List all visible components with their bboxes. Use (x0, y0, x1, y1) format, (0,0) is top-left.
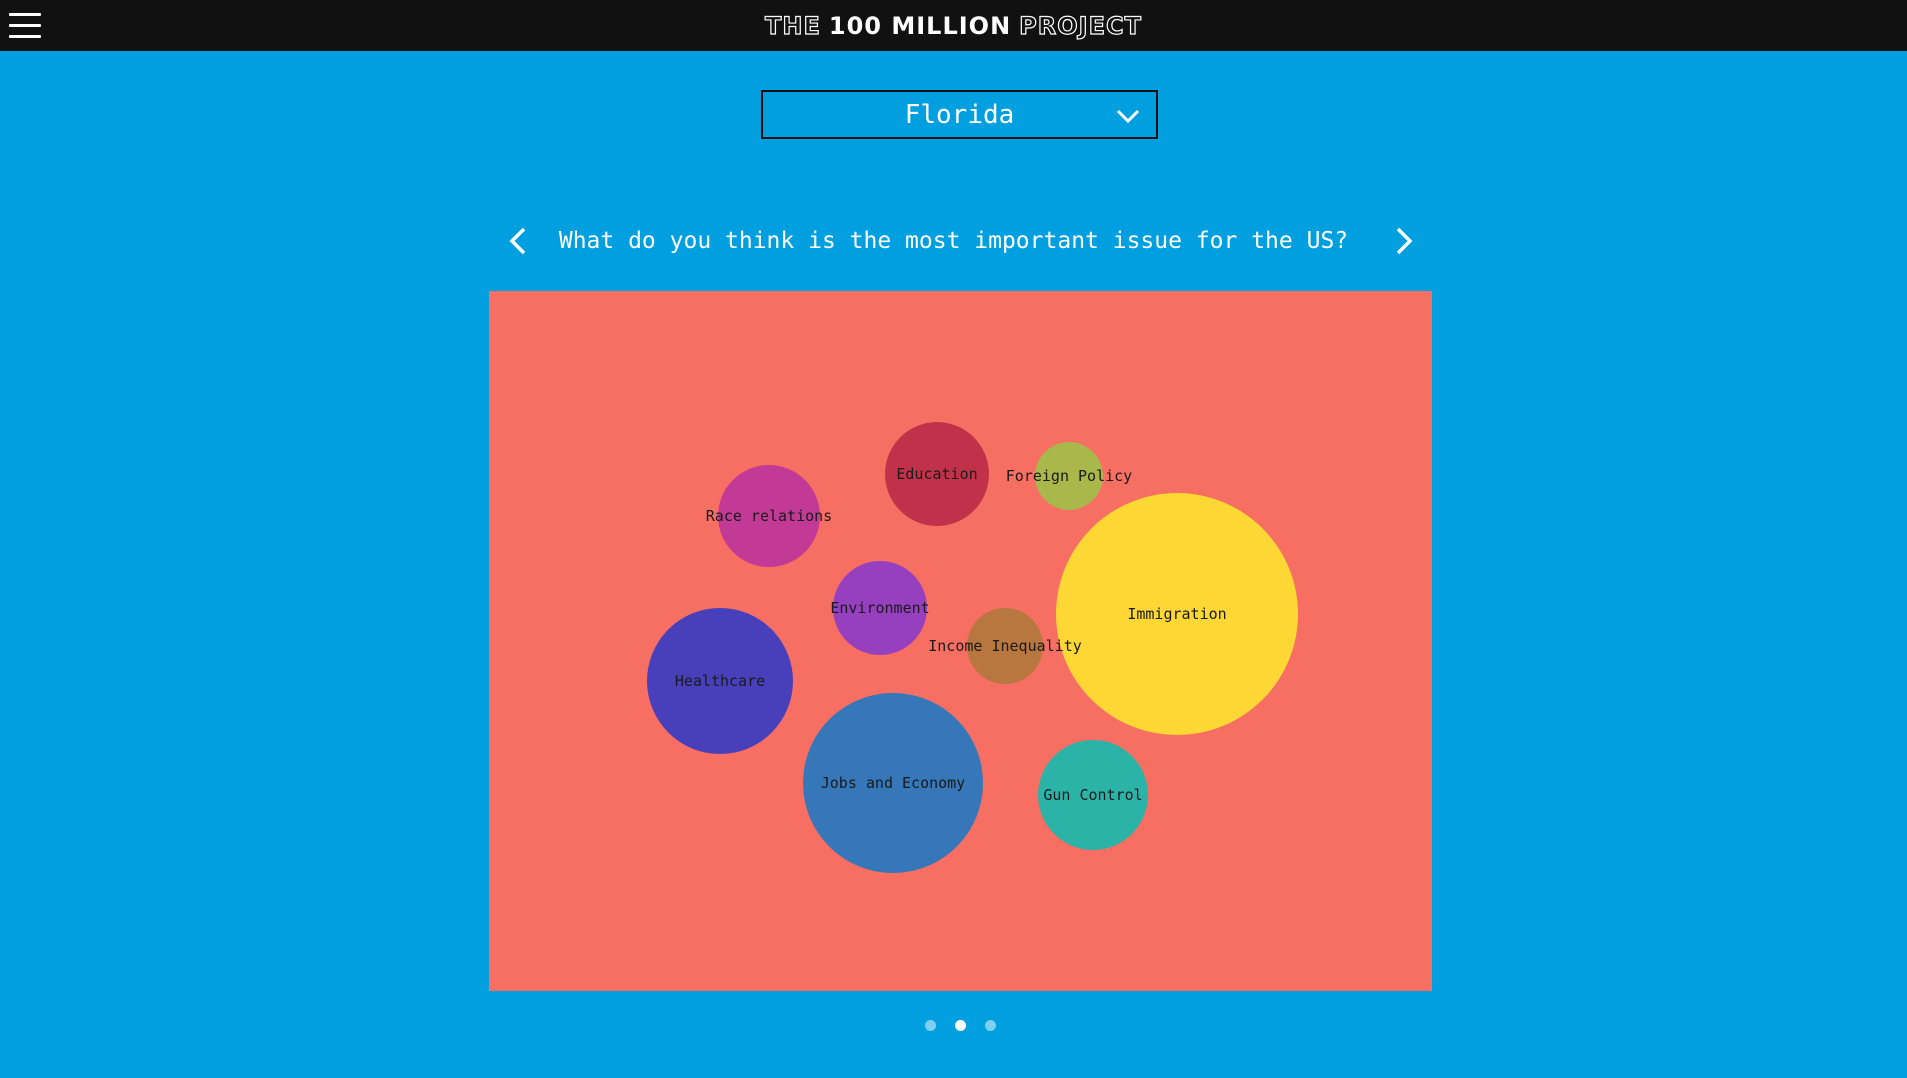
bubble-label-foreign-policy: Foreign Policy (1006, 467, 1132, 485)
top-bar: THE 100 MILLION PROJECT (0, 0, 1907, 51)
state-select[interactable]: Florida (761, 90, 1158, 139)
question-nav: What do you think is the most important … (0, 218, 1907, 264)
bubble-label-environment: Environment (830, 599, 929, 617)
bubble-label-healthcare: Healthcare (675, 672, 765, 690)
page-dot-1[interactable] (925, 1020, 936, 1031)
pagination-dots (0, 1020, 1907, 1032)
page-dot-2[interactable] (955, 1020, 966, 1031)
bubble-chart-panel: Education Foreign Policy Race relations Env… (489, 291, 1432, 991)
page-dot-3[interactable] (985, 1020, 996, 1031)
state-select-value: Florida (904, 99, 1015, 130)
chevron-left-icon[interactable] (504, 226, 534, 256)
chevron-right-icon[interactable] (1388, 226, 1418, 256)
site-logo[interactable]: THE 100 MILLION PROJECT (0, 0, 1907, 51)
bubble-label-race-relations: Race relations (706, 507, 832, 525)
logo-word-the: THE (764, 11, 821, 40)
bubble-chart: Education Foreign Policy Race relations Env… (647, 422, 1298, 873)
question-text: What do you think is the most important … (558, 228, 1349, 254)
bubble-label-jobs-and-economy: Jobs and Economy (821, 774, 966, 792)
chevron-down-icon (1116, 109, 1140, 124)
bubble-label-gun-control: Gun Control (1043, 786, 1142, 804)
logo-word-100-million: 100 MILLION (828, 11, 1012, 40)
bubble-label-education: Education (896, 465, 977, 483)
bubble-label-income-inequality: Income Inequality (928, 637, 1082, 655)
bubble-label-immigration: Immigration (1127, 605, 1226, 623)
logo-word-project: PROJECT (1019, 11, 1142, 40)
